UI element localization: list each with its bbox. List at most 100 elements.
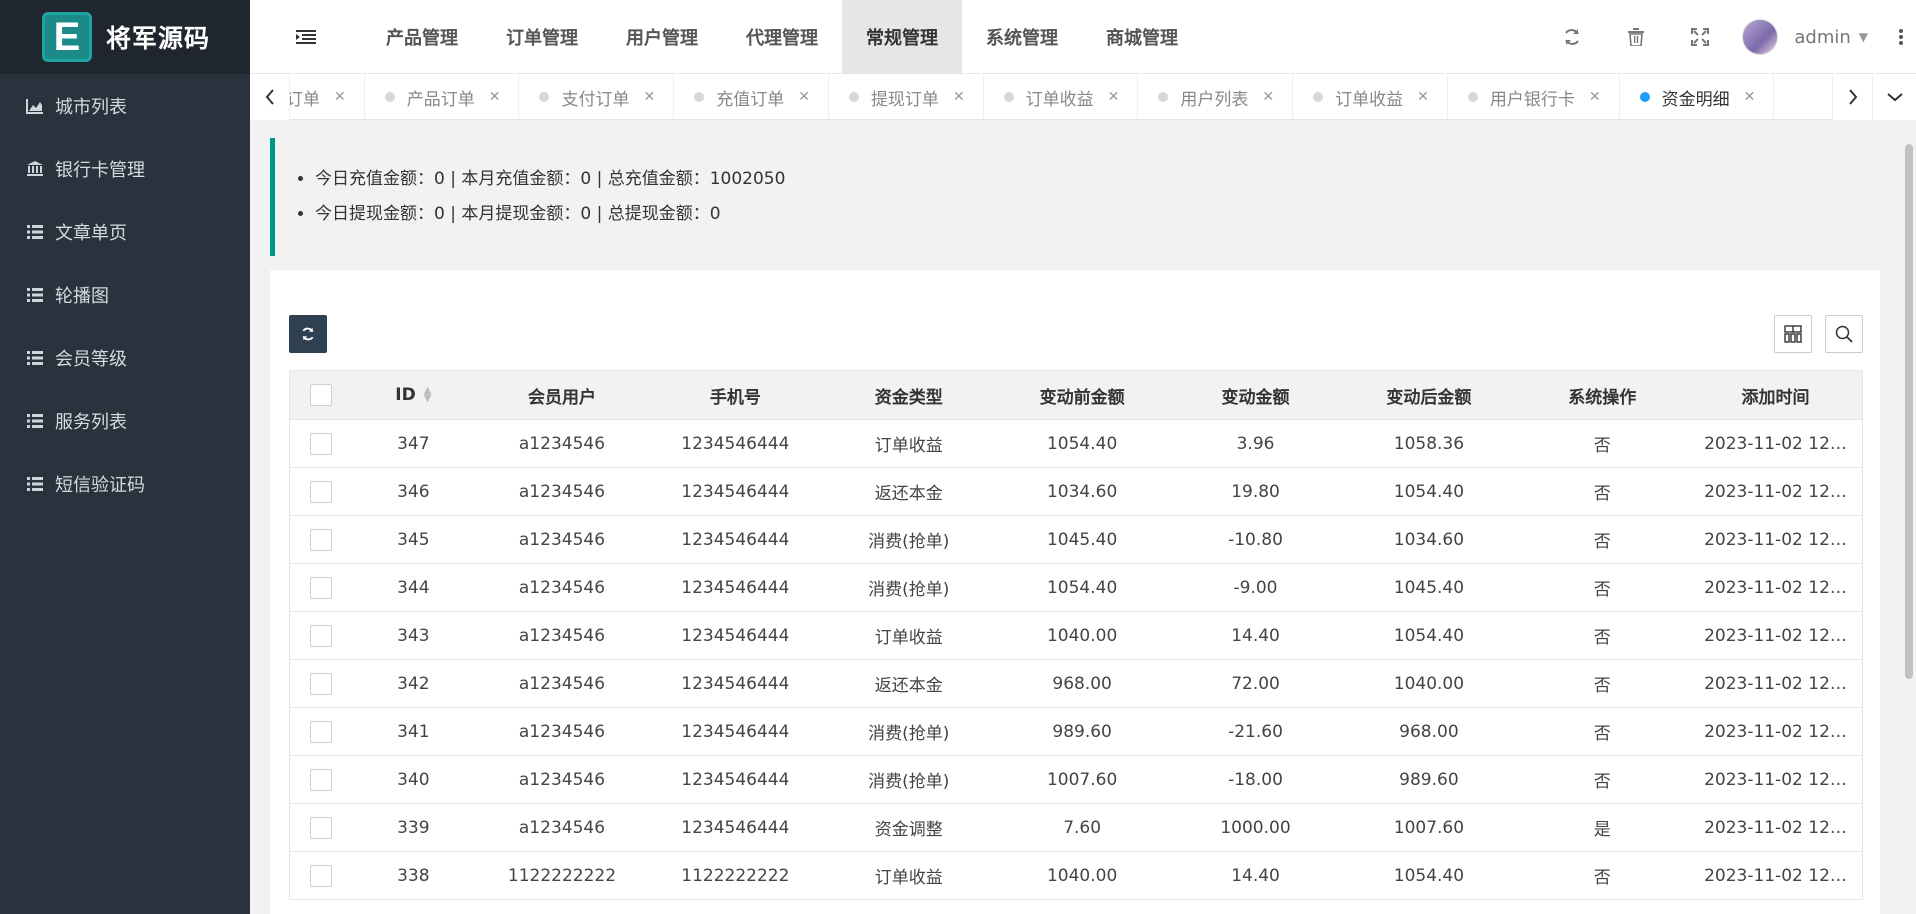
sidebar-toggle-button[interactable] [250,0,362,74]
header-actions: admin ▼ [1540,0,1916,74]
close-icon[interactable]: ✕ [953,89,965,105]
sidebar-item-bank-card[interactable]: 银行卡管理 [0,137,250,200]
scrollbar-thumb[interactable] [1905,144,1913,679]
table-row[interactable]: 346 a1234546 1234546444 返还本金 1034.60 19.80 105… [289,467,1863,516]
column-header-fund-type: 资金类型 [822,370,996,420]
sidebar-item-sms-code[interactable]: 短信验证码 [0,452,250,515]
nav-agent-management[interactable]: 代理管理 [722,0,842,74]
row-checkbox[interactable] [309,432,332,455]
table-row[interactable]: 339 a1234546 1234546444 资金调整 7.60 1000.00 1007… [289,803,1863,852]
table-cell: 资金调整 [822,803,996,852]
nav-mall-management[interactable]: 商城管理 [1082,0,1202,74]
tab-order-income[interactable]: 订单收益 ✕ [984,74,1139,120]
table-cell: 否 [1515,659,1689,708]
refresh-button[interactable] [1540,0,1604,74]
row-select-cell [289,803,352,852]
table-cell: a1234546 [475,659,649,708]
tab-payment-order[interactable]: 支付订单 ✕ [519,74,675,120]
table-cell: 否 [1515,515,1689,564]
table-cell: 否 [1515,851,1689,900]
row-checkbox[interactable] [309,864,332,887]
sort-icon[interactable]: ▲ ▼ [424,386,432,404]
brand-logo[interactable]: E 将军源码 [0,0,250,74]
table-row[interactable]: 343 a1234546 1234546444 订单收益 1040.00 14.40 105… [289,611,1863,660]
table-cell: 347 [351,419,476,468]
clear-cache-button[interactable] [1604,0,1668,74]
table-row[interactable]: 342 a1234546 1234546444 返还本金 968.00 72.00 1040… [289,659,1863,708]
caret-down-icon: ▼ [1858,30,1868,44]
user-menu[interactable]: admin ▼ [1732,19,1886,55]
sidebar-item-carousel[interactable]: 轮播图 [0,263,250,326]
table-cell: 1058.36 [1342,419,1516,468]
table-row[interactable]: 341 a1234546 1234546444 消费(抢单) 989.60 -21.60 9… [289,707,1863,756]
table-row[interactable]: 347 a1234546 1234546444 订单收益 1054.40 3.96 1058… [289,419,1863,468]
close-icon[interactable]: ✕ [1262,89,1274,105]
close-icon[interactable]: ✕ [798,89,810,105]
row-checkbox[interactable] [309,528,332,551]
table-cell: 1040.00 [995,611,1169,660]
tab-withdraw-order[interactable]: 提现订单 ✕ [829,74,984,120]
tab-label: 用户银行卡 [1489,89,1575,110]
table-cell: 订单收益 [822,611,996,660]
search-toggle-button[interactable] [1825,315,1863,353]
tab-product-order[interactable]: 产品订单 ✕ [365,74,520,120]
row-checkbox[interactable] [309,720,332,743]
close-icon[interactable]: ✕ [489,89,501,105]
column-header-after-amount: 变动后金额 [1342,370,1516,420]
columns-toggle-button[interactable] [1774,315,1812,353]
nav-system-management[interactable]: 系统管理 [962,0,1082,74]
sidebar-item-member-level[interactable]: 会员等级 [0,326,250,389]
tab-status-dot [848,92,859,102]
column-header-id[interactable]: ID ▲ ▼ [351,370,476,420]
nav-product-management[interactable]: 产品管理 [362,0,482,74]
columns-icon [1784,325,1802,343]
more-options-button[interactable] [1886,29,1916,45]
row-checkbox[interactable] [309,624,332,647]
avatar [1742,19,1779,55]
tabs-scroll-left-button[interactable] [250,74,290,120]
row-checkbox[interactable] [309,816,332,839]
nav-user-management[interactable]: 用户管理 [602,0,722,74]
table-row[interactable]: 344 a1234546 1234546444 消费(抢单) 1054.40 -9.00 1… [289,563,1863,612]
table-row[interactable]: 338 1122222222 1122222222 订单收益 1040.00 14.40 1… [289,851,1863,900]
row-checkbox[interactable] [309,672,332,695]
close-icon[interactable]: ✕ [1744,89,1756,105]
close-icon[interactable]: ✕ [1108,89,1120,105]
table-cell: 346 [351,467,476,516]
fullscreen-button[interactable] [1668,0,1732,74]
tab-user-list[interactable]: 用户列表 ✕ [1138,74,1294,120]
tabs-menu-button[interactable] [1872,74,1916,120]
table-cell: 消费(抢单) [822,515,996,564]
nav-order-management[interactable]: 订单管理 [482,0,602,74]
table-cell: 989.60 [1342,755,1516,804]
close-icon[interactable]: ✕ [1417,89,1429,105]
table-cell: 14.40 [1168,611,1343,660]
sidebar-item-service-list[interactable]: 服务列表 [0,389,250,452]
tab-user-bank-card[interactable]: 用户银行卡 ✕ [1448,74,1620,120]
table-refresh-button[interactable] [289,315,327,353]
table-row[interactable]: 345 a1234546 1234546444 消费(抢单) 1045.40 -10.80… [289,515,1863,564]
table-cell: 2023-11-02 12… [1689,851,1863,900]
close-icon[interactable]: ✕ [334,89,346,105]
table-cell: 1054.40 [995,563,1169,612]
close-icon[interactable]: ✕ [643,89,655,105]
tab-order-income-2[interactable]: 订单收益 ✕ [1293,74,1448,120]
row-select-cell [289,851,352,900]
tab-status-dot [1313,92,1324,102]
tab-order[interactable]: 订单 ✕ [290,74,365,120]
row-checkbox[interactable] [309,576,332,599]
page-tabs: 订单 ✕ 产品订单 ✕ 支付订单 ✕ 充值订单 ✕ 提现订单 ✕ 订单收益 ✕ 用户列表 ✕ … [250,74,1916,120]
sidebar-item-city-list[interactable]: 城市列表 [0,74,250,137]
close-icon[interactable]: ✕ [1589,89,1601,105]
sidebar-item-article-page[interactable]: 文章单页 [0,200,250,263]
tab-recharge-order[interactable]: 充值订单 ✕ [674,74,829,120]
select-all-checkbox[interactable] [309,384,332,406]
tab-fund-details[interactable]: 资金明细 ✕ [1620,74,1775,120]
tabs-scroll-right-button[interactable] [1832,74,1872,120]
sidebar: E 将军源码 城市列表 银行卡管理 文章单页 轮播图 会员等级 服务列表 短信验… [0,0,250,914]
table-row[interactable]: 340 a1234546 1234546444 消费(抢单) 1007.60 -18.00… [289,755,1863,804]
row-checkbox[interactable] [309,480,332,503]
page-scrollbar[interactable] [1902,140,1916,914]
row-checkbox[interactable] [309,768,332,791]
nav-general-management[interactable]: 常规管理 [842,0,962,74]
